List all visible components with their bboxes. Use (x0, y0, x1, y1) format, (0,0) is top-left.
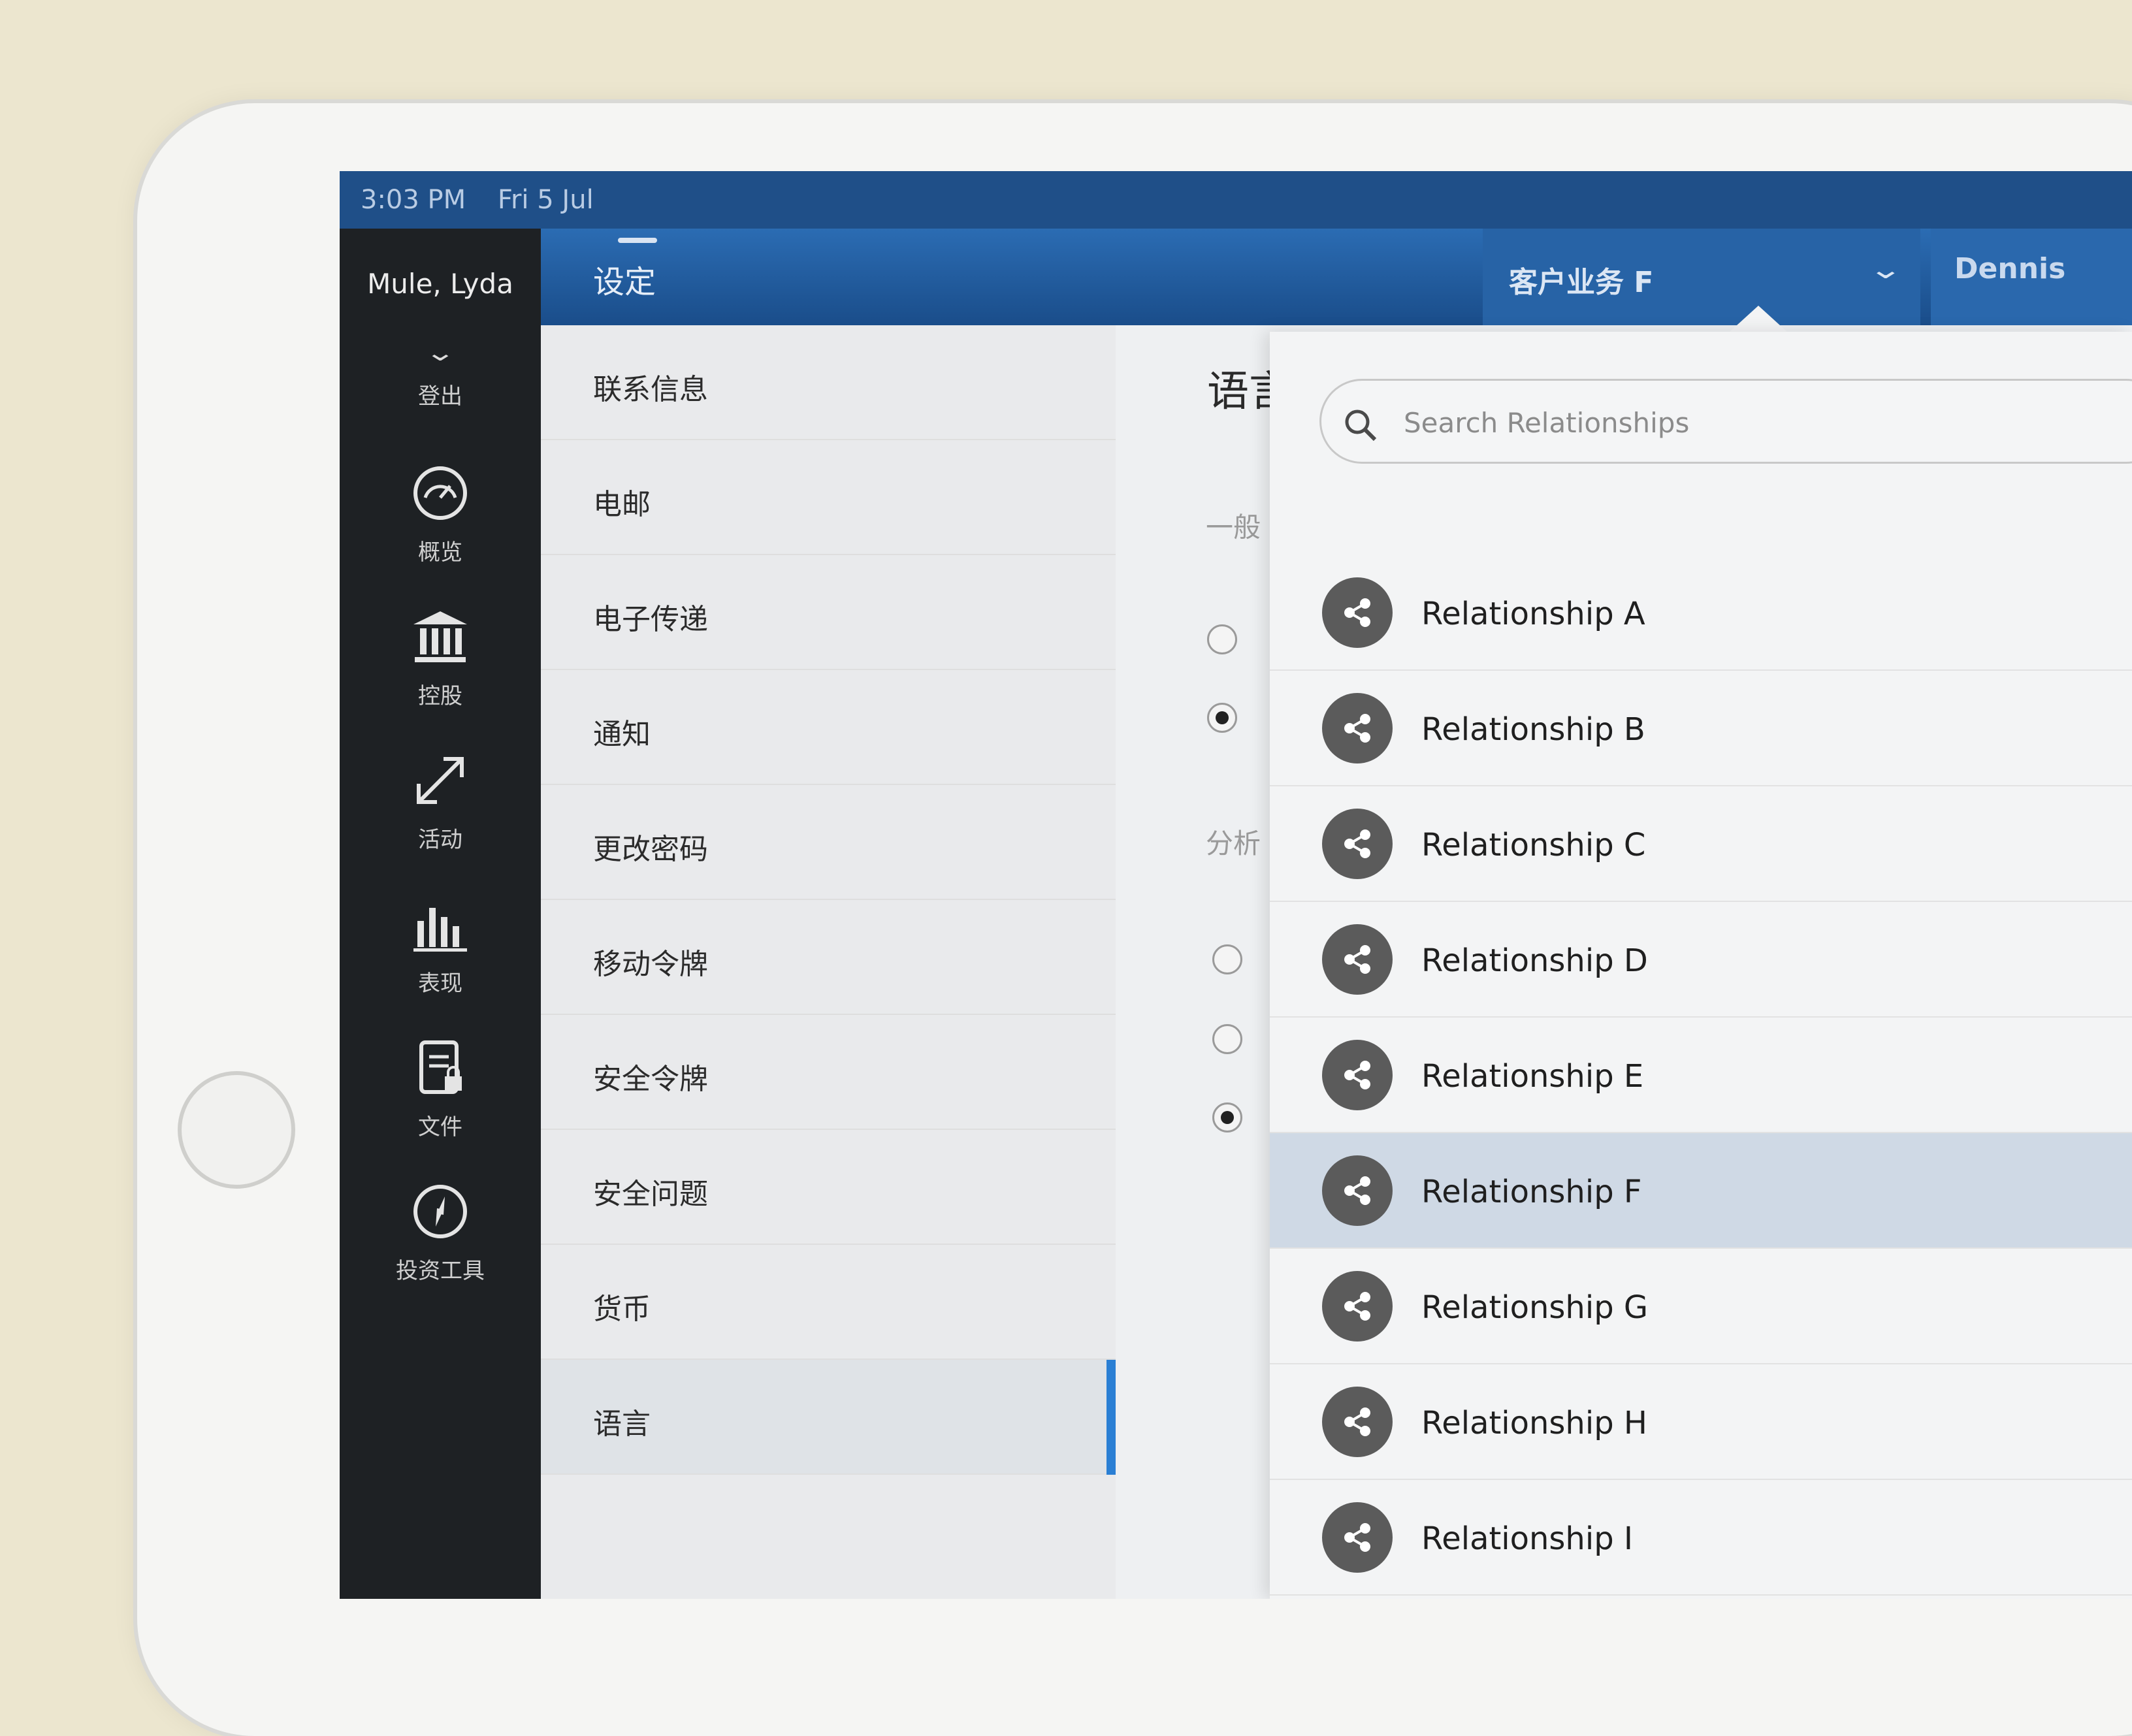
language-radio-analysis-3[interactable] (1212, 1102, 1242, 1133)
sidebar: Mule, Lyda ⌄ 登出 概览 控股 活动 表现 文件 投资工具 (340, 229, 541, 1599)
share-icon (1322, 1040, 1393, 1110)
settings-item-label: 更改密码 (593, 833, 708, 866)
sidebar-item-label: 投资工具 (396, 1258, 485, 1284)
settings-item-e-delivery[interactable]: 电子传递 (541, 555, 1116, 670)
section-title: 语言 (1207, 368, 1270, 416)
settings-item-label: 安全问题 (593, 1178, 708, 1211)
relationship-label: Relationship A (1421, 596, 1645, 632)
sidebar-item-label: 表现 (418, 971, 462, 997)
settings-item-label: 移动令牌 (593, 948, 708, 981)
settings-item-label: 联系信息 (593, 373, 708, 406)
settings-item-contact-info[interactable]: 联系信息 (541, 325, 1116, 440)
relationship-item[interactable]: Relationship C (1270, 786, 2132, 902)
settings-item-notifications[interactable]: 通知 (541, 670, 1116, 785)
share-icon (1322, 577, 1393, 648)
share-icon (1322, 809, 1393, 879)
language-radio-general-2[interactable] (1207, 703, 1237, 733)
sidebar-item-label: 概览 (418, 539, 462, 566)
share-icon (1322, 693, 1393, 764)
relationship-label: Relationship D (1421, 942, 1648, 979)
settings-item-label: 电邮 (593, 488, 651, 521)
relationship-label: Relationship I (1421, 1520, 1634, 1557)
locked-document-icon (419, 1040, 462, 1094)
popover-caret (1730, 306, 1787, 332)
section-label-analysis: 分析 (1206, 828, 1261, 860)
sidebar-item-label: 控股 (418, 683, 462, 709)
search-icon (1345, 410, 1377, 442)
relationship-item-selected[interactable]: Relationship F (1270, 1133, 2132, 1249)
relationship-popover: Search Relationships Relationship A Rela… (1270, 332, 2132, 1599)
share-icon (1322, 1387, 1393, 1457)
relationship-selector-label: 客户业务 F (1509, 266, 1654, 299)
sidebar-item-overview[interactable]: 概览 (340, 464, 541, 566)
section-label-general: 一般 (1206, 511, 1261, 543)
relationship-item[interactable]: Relationship G (1270, 1249, 2132, 1364)
bar-chart-icon (413, 908, 467, 952)
logout-label: 登出 (418, 383, 462, 410)
search-placeholder: Search Relationships (1404, 407, 1690, 439)
transfer-arrows-icon (417, 757, 464, 804)
relationship-label: Relationship E (1421, 1058, 1644, 1095)
settings-item-language[interactable]: 语言 (541, 1360, 1116, 1475)
settings-item-security-questions[interactable]: 安全问题 (541, 1130, 1116, 1245)
language-radio-general-1[interactable] (1207, 624, 1237, 654)
settings-menu: 联系信息 电邮 电子传递 通知 更改密码 移动令牌 安全令牌 安全问题 货币 语… (541, 325, 1117, 1599)
language-radio-analysis-2[interactable] (1212, 1024, 1242, 1054)
user-name[interactable]: Mule, Lyda (340, 268, 541, 300)
relationship-selector[interactable]: 客户业务 F ⌄ (1483, 229, 1920, 325)
settings-item-label: 语言 (593, 1407, 651, 1441)
app-screen: 3:03 PM Fri 5 Jul Mule, Lyda ⌄ 登出 概览 控股 … (340, 171, 2132, 1599)
home-button[interactable] (178, 1071, 295, 1189)
chevron-down-icon: ⌄ (1867, 255, 1903, 285)
settings-item-change-password[interactable]: 更改密码 (541, 785, 1116, 900)
share-icon (1322, 1155, 1393, 1226)
settings-item-label: 货币 (593, 1293, 651, 1326)
relationship-label: Relationship B (1421, 711, 1645, 748)
sidebar-item-label: 文件 (418, 1114, 462, 1140)
relationship-item[interactable]: Relationship H (1270, 1364, 2132, 1480)
relationship-list: Relationship A Relationship B Relationsh… (1270, 555, 2132, 1596)
relationship-label: Relationship C (1421, 827, 1646, 863)
logout-button[interactable]: ⌄ 登出 (340, 340, 541, 410)
relationship-label: Relationship F (1421, 1174, 1642, 1210)
user-menu-label: Dennis (1954, 252, 2066, 285)
settings-item-currency[interactable]: 货币 (541, 1245, 1116, 1360)
settings-item-label: 通知 (593, 718, 651, 751)
page-title: 设定 (593, 264, 656, 300)
relationship-item[interactable]: Relationship I (1270, 1480, 2132, 1596)
relationship-item[interactable]: Relationship A (1270, 555, 2132, 671)
sidebar-item-activity[interactable]: 活动 (340, 751, 541, 854)
settings-item-security-token[interactable]: 安全令牌 (541, 1015, 1116, 1130)
share-icon (1322, 924, 1393, 995)
compass-icon (413, 1185, 467, 1238)
settings-item-mobile-token[interactable]: 移动令牌 (541, 900, 1116, 1015)
sidebar-item-investment-tools[interactable]: 投资工具 (340, 1182, 541, 1285)
user-menu[interactable]: Dennis (1931, 229, 2132, 325)
sidebar-item-holdings[interactable]: 控股 (340, 607, 541, 710)
language-radio-analysis-1[interactable] (1212, 944, 1242, 974)
relationship-item[interactable]: Relationship B (1270, 671, 2132, 786)
selected-indicator (1106, 1360, 1116, 1475)
relationship-label: Relationship H (1421, 1405, 1648, 1441)
search-relationships-input[interactable]: Search Relationships (1319, 379, 2132, 464)
share-icon (1322, 1502, 1393, 1573)
settings-item-email[interactable]: 电邮 (541, 440, 1116, 555)
sidebar-item-documents[interactable]: 文件 (340, 1038, 541, 1141)
relationship-item[interactable]: Relationship E (1270, 1018, 2132, 1133)
settings-item-label: 电子传递 (593, 603, 708, 636)
status-bar: 3:03 PM Fri 5 Jul (340, 171, 2132, 229)
sidebar-item-performance[interactable]: 表现 (340, 895, 541, 997)
bank-icon (413, 611, 467, 662)
status-date: Fri 5 Jul (497, 185, 594, 215)
relationship-label: Relationship G (1421, 1289, 1649, 1326)
settings-item-label: 安全令牌 (593, 1063, 708, 1096)
drag-handle[interactable] (618, 238, 657, 243)
relationship-item[interactable]: Relationship D (1270, 902, 2132, 1018)
share-icon (1322, 1271, 1393, 1342)
app-header: 设定 客户业务 F ⌄ Dennis (541, 229, 2132, 325)
sidebar-item-label: 活动 (418, 827, 462, 853)
status-time: 3:03 PM (361, 185, 466, 215)
gauge-icon (413, 466, 467, 520)
